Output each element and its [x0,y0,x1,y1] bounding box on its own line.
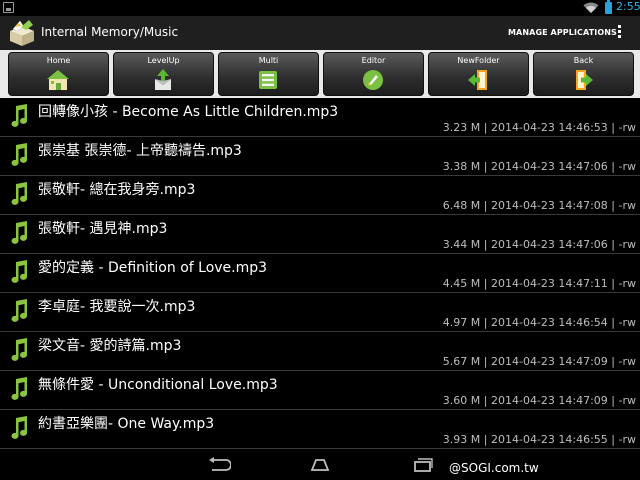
file-name: 李卓庭- 我要說一次.mp3 [38,299,196,315]
file-meta: 3.23 M | 2014-04-23 14:46:53 | -rw [442,121,636,134]
system-nav-bar [0,450,640,480]
file-list: 回轉像小孩 - Become As Little Children.mp3 3.… [0,98,640,450]
page-title: Internal Memory/Music [41,25,179,39]
file-list-item[interactable]: 李卓庭- 我要說一次.mp3 4.97 M | 2014-04-23 14:46… [0,293,640,332]
battery-icon [605,0,612,14]
music-note-icon [11,104,27,127]
music-note-icon [11,299,27,322]
wifi-icon [583,2,599,13]
music-note-icon [11,416,27,439]
file-name: 無條件愛 - Unconditional Love.mp3 [38,377,278,393]
new-folder-button[interactable]: NewFolder [428,52,529,96]
new-folder-button-label: NewFolder [457,56,500,65]
overflow-menu-icon[interactable] [614,24,624,42]
file-list-item[interactable]: 回轉像小孩 - Become As Little Children.mp3 3.… [0,98,640,137]
file-list-item[interactable]: 無條件愛 - Unconditional Love.mp3 3.60 M | 2… [0,371,640,410]
file-name: 梁文音- 愛的詩篇.mp3 [38,338,182,354]
home-button-label: Home [46,56,71,65]
file-meta: 3.38 M | 2014-04-23 14:47:06 | -rw [442,160,636,173]
file-name: 約書亞樂團- One Way.mp3 [38,416,215,432]
file-meta: 5.67 M | 2014-04-23 14:47:09 | -rw [442,355,636,368]
file-name: 張崇基 張崇德- 上帝聽禱告.mp3 [38,143,242,159]
file-name: 張敬軒- 遇見神.mp3 [38,221,168,237]
file-meta: 6.48 M | 2014-04-23 14:47:08 | -rw [442,199,636,212]
editor-button[interactable]: Editor [323,52,424,96]
multi-button-label: Multi [258,56,279,65]
file-name: 回轉像小孩 - Become As Little Children.mp3 [38,104,339,120]
action-bar: Internal Memory/Music MANAGE APPLICATION… [0,16,640,50]
multi-select-icon [259,71,277,89]
music-note-icon [11,182,27,205]
multi-button[interactable]: Multi [218,52,319,96]
back-button[interactable]: Back [533,52,634,96]
file-meta: 3.44 M | 2014-04-23 14:47:06 | -rw [442,238,636,251]
music-note-icon [11,338,27,361]
level-up-icon [155,69,171,90]
file-meta: 3.60 M | 2014-04-23 14:47:09 | -rw [442,394,636,407]
editor-button-label: Editor [361,56,386,65]
new-folder-icon [468,70,487,90]
watermark: @SOGI.com.tw [449,461,539,475]
music-note-icon [11,143,27,166]
home-nav-icon[interactable] [307,457,333,473]
file-list-item[interactable]: 愛的定義 - Definition of Love.mp3 4.45 M | 2… [0,254,640,293]
music-note-icon [11,221,27,244]
back-nav-icon[interactable] [205,457,231,473]
file-name: 愛的定義 - Definition of Love.mp3 [38,260,268,276]
file-list-item[interactable]: 張敬軒- 遇見神.mp3 3.44 M | 2014-04-23 14:47:0… [0,215,640,254]
file-meta: 4.97 M | 2014-04-23 14:46:54 | -rw [442,316,636,329]
file-meta: 4.45 M | 2014-04-23 14:47:11 | -rw [442,277,636,290]
file-list-item[interactable]: 張敬軒- 總在我身旁.mp3 6.48 M | 2014-04-23 14:47… [0,176,640,215]
level-up-button-label: LevelUp [147,56,180,65]
level-up-button[interactable]: LevelUp [113,52,214,96]
toolbar: Home LevelUp Multi Editor NewFolder Back [0,50,640,98]
music-note-icon [11,260,27,283]
home-icon [47,70,69,90]
status-bar: 2:55 [0,0,640,16]
file-list-item[interactable]: 約書亞樂團- One Way.mp3 3.93 M | 2014-04-23 1… [0,410,640,449]
file-meta: 3.93 M | 2014-04-23 14:46:55 | -rw [442,433,636,446]
file-manager-box-icon[interactable] [7,19,37,47]
recent-apps-icon[interactable] [409,457,435,473]
file-name: 張敬軒- 總在我身旁.mp3 [38,182,196,198]
screenshot-notification-icon [3,2,14,13]
back-icon [576,70,593,90]
file-list-item[interactable]: 張崇基 張崇德- 上帝聽禱告.mp3 3.38 M | 2014-04-23 1… [0,137,640,176]
manage-applications-button[interactable]: MANAGE APPLICATIONS [508,28,617,37]
status-time: 2:55 [616,0,640,13]
back-button-label: Back [573,56,594,65]
editor-icon [363,70,383,90]
home-button[interactable]: Home [8,52,109,96]
file-list-item[interactable]: 梁文音- 愛的詩篇.mp3 5.67 M | 2014-04-23 14:47:… [0,332,640,371]
music-note-icon [11,377,27,400]
